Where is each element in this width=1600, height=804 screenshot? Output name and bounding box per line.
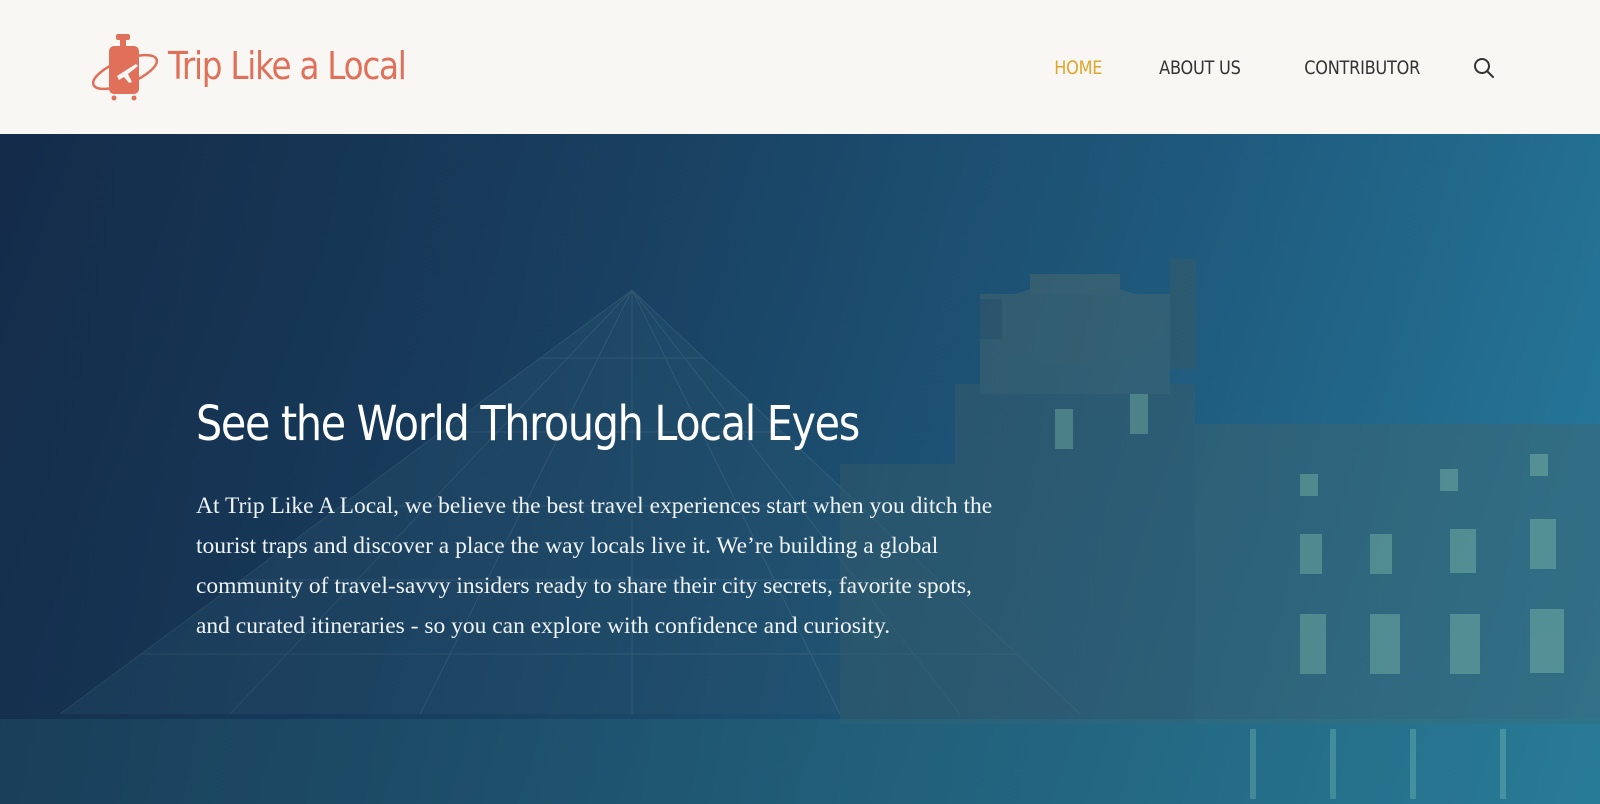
site-name: Trip Like a Local — [168, 44, 407, 88]
search-button[interactable] — [1470, 54, 1498, 82]
nav-about-us[interactable]: ABOUT US — [1159, 57, 1241, 79]
nav-home[interactable]: HOME — [1054, 57, 1102, 79]
hero-title: See the World Through Local Eyes — [196, 396, 860, 452]
suitcase-airplane-icon — [92, 34, 159, 101]
site-header: Trip Like a Local HOME ABOUT US CONTRIBU… — [0, 0, 1600, 134]
hero-content: See the World Through Local Eyes At Trip… — [196, 396, 992, 646]
main-nav: HOME ABOUT US CONTRIBUTOR — [1004, 46, 1498, 90]
site-logo-link[interactable]: Trip Like a Local — [92, 30, 444, 102]
hero-section: See the World Through Local Eyes At Trip… — [0, 134, 1600, 804]
hero-description: At Trip Like A Local, we believe the bes… — [196, 493, 993, 639]
search-icon — [1474, 58, 1494, 78]
nav-contributor[interactable]: CONTRIBUTOR — [1304, 57, 1420, 79]
